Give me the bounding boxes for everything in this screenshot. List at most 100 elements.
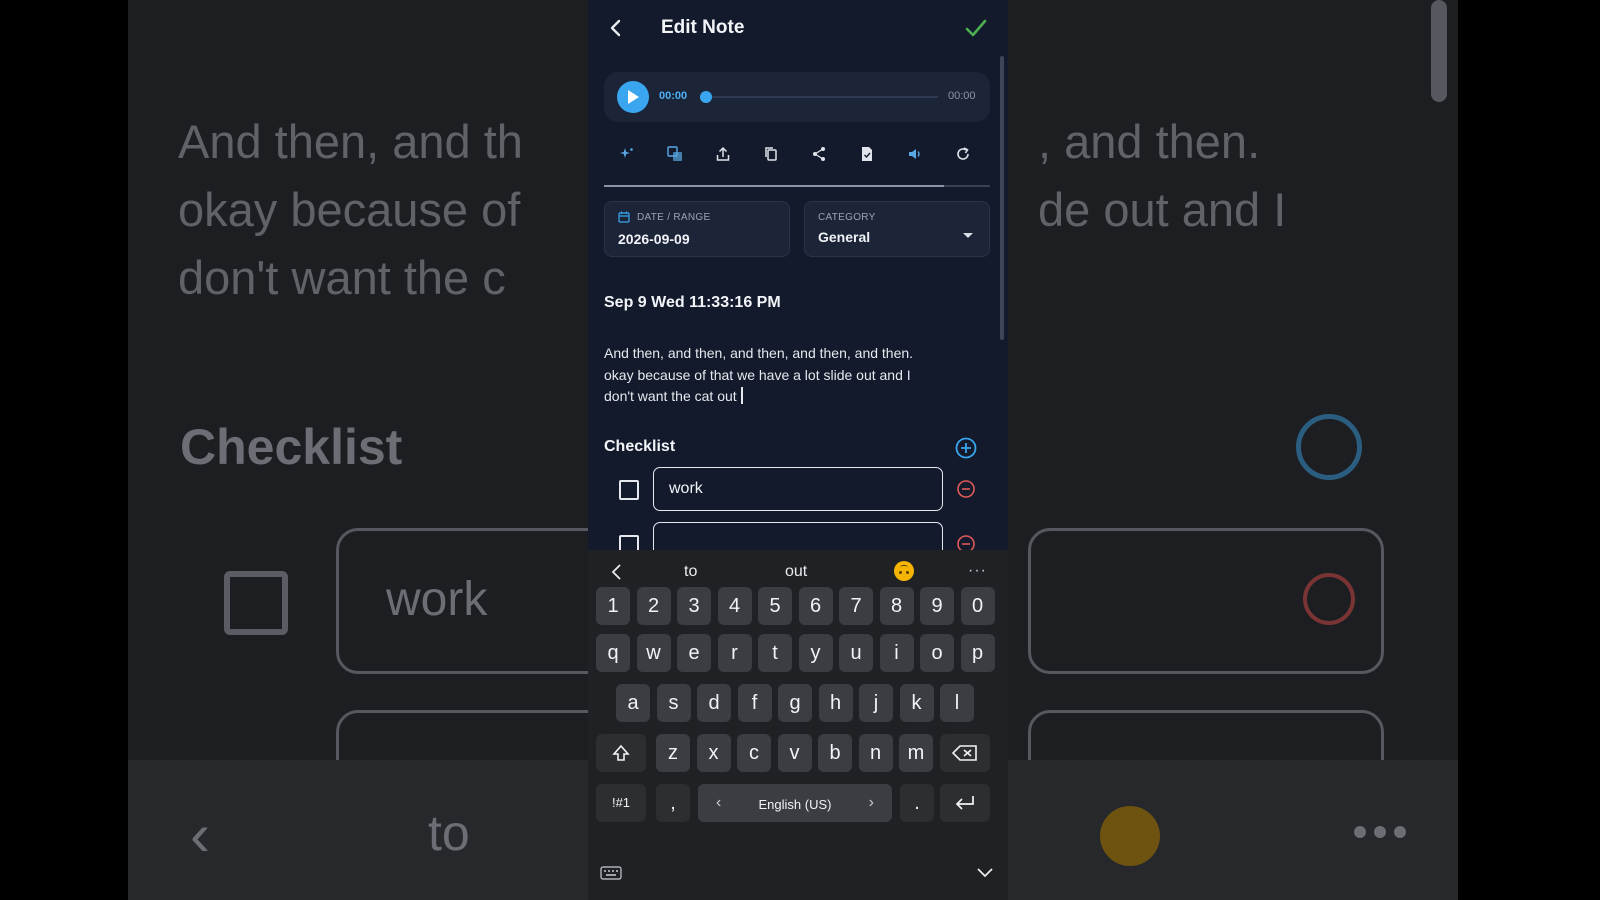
bg-text-line: , and then. [1038,115,1261,168]
category-dropdown[interactable]: CATEGORY General [804,201,990,257]
audio-player: 00:00 00:00 [604,72,990,122]
add-checklist-item-icon[interactable] [955,437,977,459]
play-icon [628,90,639,104]
bg-text-line: de out and I [1038,183,1287,236]
key-t[interactable]: t [758,634,792,672]
enter-key[interactable] [940,784,990,822]
phone-screen: Edit Note 00:00 00:00 DATE / RANGE 2026-… [588,0,1008,900]
bg-text-line: don't want the c [178,251,506,304]
key-9[interactable]: 9 [920,587,954,625]
scrollbar[interactable] [1000,56,1004,340]
comma-key[interactable]: , [656,784,690,822]
key-v[interactable]: v [777,734,812,772]
bg-checkbox [224,571,288,635]
key-5[interactable]: 5 [758,587,792,625]
key-w[interactable]: w [636,634,671,672]
note-line: don't want the cat out [604,386,984,408]
suggestion-to[interactable]: to [684,563,697,581]
key-r[interactable]: r [717,634,752,672]
checklist-item-input[interactable] [653,467,943,511]
duration: 00:00 [948,90,976,102]
lang-next-icon: › [868,794,874,811]
date-range-field[interactable]: DATE / RANGE 2026-09-09 [604,201,790,257]
page-title: Edit Note [661,17,745,38]
note-body-editor[interactable]: And then, and then, and then, and then, … [604,343,984,408]
lang-prev-icon: ‹ [716,794,722,811]
export-icon[interactable] [712,143,734,165]
save-check-icon[interactable] [962,14,990,42]
backspace-key[interactable] [940,734,990,772]
suggestion-out[interactable]: out [785,563,807,581]
key-e[interactable]: e [677,634,711,672]
symbols-key[interactable]: !#1 [596,784,646,822]
key-n[interactable]: n [858,734,893,772]
chevron-down-icon[interactable] [976,866,994,880]
key-8[interactable]: 8 [879,587,914,625]
on-screen-keyboard: to out ··· 1234567890 qwertyuiop asdfghjkl… [588,550,1008,900]
chevron-left-icon[interactable] [608,563,626,581]
key-4[interactable]: 4 [717,587,752,625]
emoji-suggestion-icon[interactable] [894,561,914,581]
key-f[interactable]: f [737,684,772,722]
speaker-icon[interactable] [904,143,926,165]
key-y[interactable]: y [798,634,833,672]
key-m[interactable]: m [899,734,933,772]
text-caret [740,387,743,404]
space-key[interactable]: ‹ English (US) › [698,784,892,822]
key-s[interactable]: s [656,684,691,722]
key-6[interactable]: 6 [798,587,833,625]
note-datetime: Sep 9 Wed 11:33:16 PM [604,294,781,311]
backspace-icon [951,745,977,761]
bg-text-line: And then, and th [178,115,523,168]
progress-track[interactable] [706,96,938,98]
refresh-icon[interactable] [952,143,974,165]
date-range-value: 2026-09-09 [618,231,690,247]
document-icon[interactable] [856,143,878,165]
bg-remove-icon [1303,573,1355,625]
bg-item-text: work [386,573,488,626]
key-k[interactable]: k [899,684,934,722]
key-b[interactable]: b [818,734,852,772]
key-2[interactable]: 2 [636,587,671,625]
key-1[interactable]: 1 [596,587,630,625]
key-i[interactable]: i [879,634,914,672]
key-l[interactable]: l [940,684,974,722]
share-icon[interactable] [808,143,830,165]
current-time: 00:00 [659,90,688,102]
progress-knob[interactable] [700,91,712,103]
category-value: General [818,229,871,245]
key-u[interactable]: u [839,634,873,672]
key-h[interactable]: h [818,684,853,722]
key-p[interactable]: p [960,634,995,672]
period-key[interactable]: . [900,784,934,822]
calendar-icon [618,211,630,223]
more-options-icon[interactable]: ··· [968,562,987,580]
key-7[interactable]: 7 [839,587,873,625]
back-arrow-icon[interactable] [602,14,630,42]
key-o[interactable]: o [920,634,954,672]
keyboard-icon[interactable] [600,866,622,880]
copy-icon[interactable] [760,143,782,165]
remove-item-icon[interactable] [955,478,977,500]
key-a[interactable]: a [616,684,650,722]
bg-text-line: okay because of [178,183,521,236]
key-x[interactable]: x [696,734,731,772]
key-q[interactable]: q [596,634,630,672]
key-g[interactable]: g [778,684,812,722]
shift-key[interactable] [596,734,646,772]
language-label: English (US) [758,797,832,812]
shift-icon [612,744,630,761]
note-line: okay because of that we have a lot slide… [604,365,984,387]
key-c[interactable]: c [737,734,771,772]
play-button[interactable] [617,81,649,113]
key-z[interactable]: z [656,734,690,772]
translate-icon[interactable] [664,143,686,165]
sparkle-icon[interactable] [616,143,638,165]
key-0[interactable]: 0 [960,587,995,625]
checklist-checkbox[interactable] [619,480,639,500]
key-j[interactable]: j [859,684,893,722]
checklist-row [588,467,1008,513]
key-3[interactable]: 3 [677,587,711,625]
key-d[interactable]: d [697,684,731,722]
bg-suggestion: to [428,805,470,861]
